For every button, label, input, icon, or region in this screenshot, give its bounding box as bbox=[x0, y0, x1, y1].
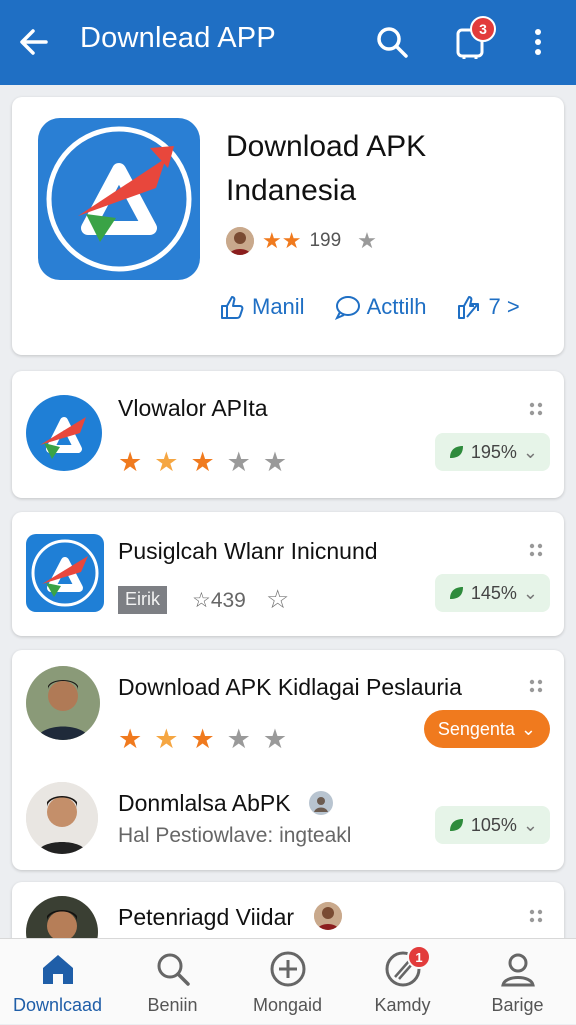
star-icon: ★ bbox=[190, 447, 215, 477]
list-item[interactable]: Vlowalor APIta ★ ★ ★ ★ ★ 195% ⌄ bbox=[12, 371, 564, 498]
like-label: Manil bbox=[252, 294, 305, 319]
notification-badge: 3 bbox=[470, 16, 496, 42]
app-logo-icon bbox=[26, 534, 104, 612]
drag-handle-icon[interactable] bbox=[528, 401, 544, 417]
thumbs-up-icon bbox=[221, 296, 244, 319]
list-item-title: Vlowalor APIta bbox=[118, 395, 268, 421]
chevron-down-icon: ⌄ bbox=[522, 441, 538, 462]
comment-label: Acttilh bbox=[366, 294, 427, 319]
rating-count: 199 bbox=[309, 230, 342, 251]
star-icon: ★ bbox=[118, 447, 143, 477]
add-circle-icon bbox=[270, 951, 305, 987]
progress-value: 195% bbox=[470, 441, 517, 462]
progress-pill[interactable]: 105% ⌄ bbox=[434, 806, 550, 844]
list-item[interactable]: Pusiglcah Wlanr Inicnund Eirik ☆439 ☆ 14… bbox=[12, 512, 564, 636]
nav-item-explore[interactable]: 1 Kamdy bbox=[345, 939, 460, 1025]
share-action[interactable]: 7 > bbox=[455, 293, 520, 321]
status-value: Sengenta bbox=[437, 718, 515, 739]
notification-badge: 1 bbox=[407, 945, 431, 969]
star-icon: ★ bbox=[154, 724, 179, 754]
star-icon: ★ bbox=[262, 447, 288, 477]
progress-value: 145% bbox=[470, 582, 517, 603]
drag-handle-icon[interactable] bbox=[528, 908, 544, 924]
nav-label: Mongaid bbox=[252, 995, 323, 1015]
star-icon: ★ bbox=[154, 447, 179, 477]
home-icon bbox=[42, 955, 73, 984]
nav-label: Downlcaad bbox=[12, 995, 103, 1015]
list-item-title: Donmlalsa AbPK bbox=[118, 790, 291, 816]
chevron-down-icon: ⌄ bbox=[520, 718, 536, 739]
comment-action[interactable]: Acttilh bbox=[333, 293, 427, 321]
drag-handle-icon[interactable] bbox=[528, 678, 544, 694]
star-rating: ★ ★ ★ ★ ★ bbox=[118, 447, 287, 478]
action-row: Manil Acttilh 7 > bbox=[218, 293, 520, 321]
star-icon: ★ bbox=[262, 724, 288, 754]
progress-pill[interactable]: 195% ⌄ bbox=[434, 433, 550, 471]
nav-item-search[interactable]: Beniin bbox=[115, 939, 230, 1025]
nav-label: Barige bbox=[491, 995, 544, 1015]
more-menu-icon[interactable] bbox=[524, 24, 552, 60]
list-item-title: Download APK Kidlagai Peslauria bbox=[118, 674, 462, 700]
star-icon: ★ bbox=[226, 447, 251, 477]
nav-label: Kamdy bbox=[374, 995, 431, 1015]
share-icon bbox=[457, 296, 479, 319]
profile-icon bbox=[500, 953, 535, 987]
list-item-title: Pusiglcah Wlanr Inicnund bbox=[118, 538, 378, 564]
avatar bbox=[26, 666, 100, 740]
star-icon: ☆ bbox=[266, 584, 290, 614]
list-item-title: Petenriagd Viidar bbox=[118, 904, 295, 930]
nav-item-download[interactable]: Downlcaad bbox=[0, 939, 115, 1025]
leaf-icon bbox=[449, 446, 463, 458]
nav-item-profile[interactable]: Barige bbox=[460, 939, 575, 1025]
verified-icon bbox=[309, 791, 333, 815]
like-action[interactable]: Manil bbox=[218, 293, 305, 321]
star-rating: ★ ★ ★ ★ ★ bbox=[118, 724, 287, 755]
chevron-down-icon: ⌄ bbox=[522, 814, 538, 835]
status-dropdown[interactable]: Sengenta ⌄ bbox=[423, 710, 550, 748]
drag-handle-icon[interactable] bbox=[528, 542, 544, 558]
nav-item-add[interactable]: Mongaid bbox=[230, 939, 345, 1025]
leaf-icon bbox=[449, 819, 463, 831]
avatar bbox=[26, 782, 98, 854]
app-bar: Downlead APP 3 bbox=[0, 0, 576, 85]
app-logo-icon bbox=[38, 118, 200, 280]
search-icon[interactable] bbox=[374, 24, 410, 60]
share-label: 7 > bbox=[488, 294, 520, 319]
developer-avatar bbox=[314, 902, 342, 930]
developer-avatar bbox=[226, 227, 254, 255]
star-icon: ★ bbox=[357, 228, 377, 253]
app-logo-icon bbox=[26, 395, 102, 471]
chevron-down-icon: ⌄ bbox=[522, 582, 538, 603]
list-item-subtitle: Hal Pestiowlave: ingteakl bbox=[118, 824, 352, 847]
progress-pill[interactable]: 145% ⌄ bbox=[434, 574, 550, 612]
bottom-navigation: Downlcaad Beniin Mongaid 1 Kamdy Barige bbox=[0, 938, 576, 1024]
nav-label: Beniin bbox=[147, 995, 198, 1015]
comment-icon bbox=[334, 296, 360, 320]
star-icon: ★ bbox=[190, 724, 215, 754]
star-icon: ★ bbox=[118, 724, 143, 754]
rating-count: ☆439 bbox=[192, 589, 246, 612]
app-bar-title: Downlead APP bbox=[80, 22, 276, 54]
featured-app-card[interactable]: Download APK Indanesia ★★ 199 ★ Manil Ac… bbox=[12, 97, 564, 355]
star-icon: ★ bbox=[226, 724, 251, 754]
list-item[interactable]: Download APK Kidlagai Peslauria ★ ★ ★ ★ ★ Se… bbox=[12, 650, 564, 870]
search-icon bbox=[157, 953, 190, 986]
category-tag: Eirik bbox=[118, 586, 167, 614]
app-title: Download APK Indanesia bbox=[226, 130, 427, 207]
star-icon: ★★ bbox=[262, 228, 302, 253]
progress-value: 105% bbox=[470, 814, 517, 835]
rating-row: ★★ 199 ★ bbox=[226, 227, 377, 255]
leaf-icon bbox=[449, 587, 463, 599]
back-arrow-icon[interactable] bbox=[16, 24, 52, 60]
